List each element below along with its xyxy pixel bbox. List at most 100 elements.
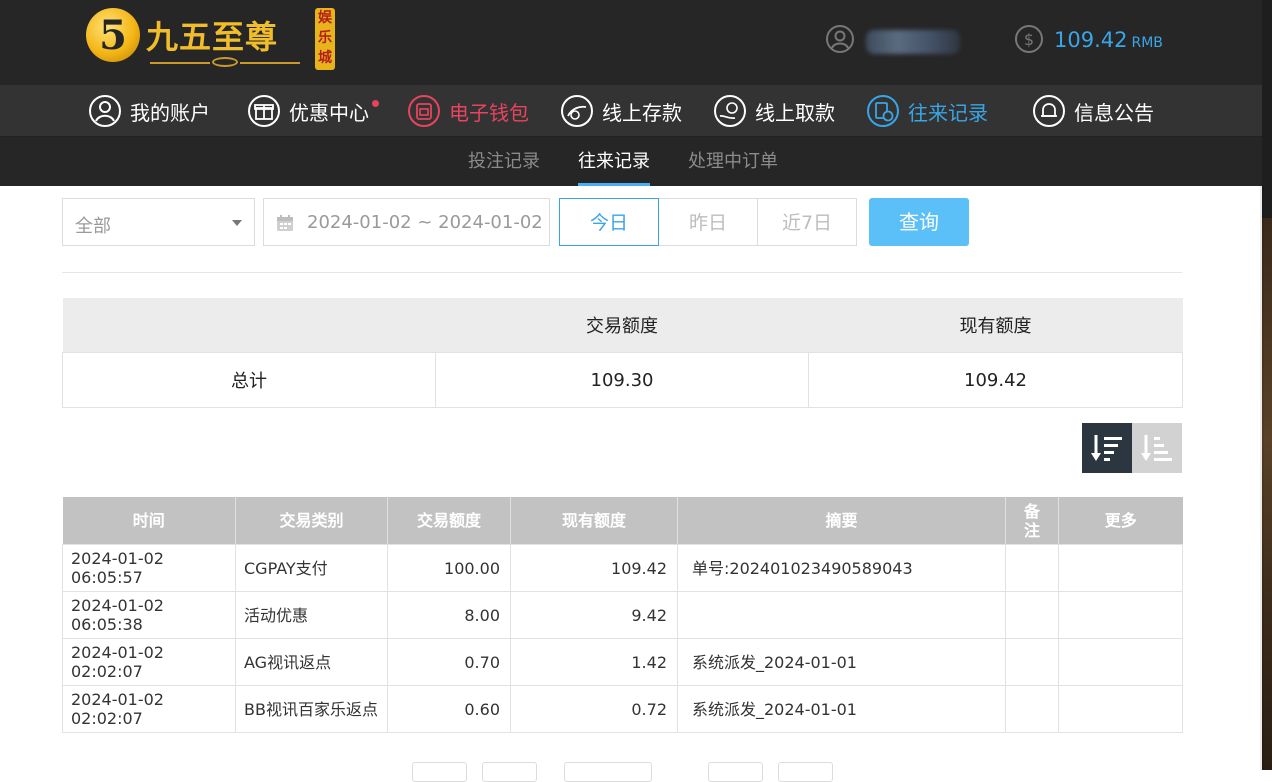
cell-more [1058,685,1183,733]
cell-type: AG视讯返点 [235,638,388,686]
calendar-icon [277,215,293,231]
today-button[interactable]: 今日 [559,198,659,246]
wallet-icon [408,95,440,127]
pagination-last-button[interactable] [778,762,833,782]
cell-time: 2024-01-02 06:05:57 [62,544,236,592]
sort-ascending-icon [1141,435,1172,461]
col-header-more: 更多 [1058,497,1183,545]
pagination-page-input[interactable] [564,762,652,782]
records-header-row: 时间 交易类别 交易额度 现有额度 摘要 备注 更多 [62,497,1183,545]
cell-balance: 0.72 [510,685,678,733]
logo-sub-text: 娱乐城 [315,8,335,70]
logo-ornament [150,57,300,68]
cell-summary: 系统派发_2024-01-01 [677,685,1006,733]
cell-amount: 0.60 [387,685,511,733]
logo-text: 九五至尊 [146,18,279,56]
table-row: 2024-01-02 06:05:57 CGPAY支付 100.00 109.4… [62,544,1183,592]
nav-announcements[interactable]: 信息公告 [1032,93,1154,129]
nav-label: 线上取款 [755,100,835,125]
summary-header-transaction: 交易额度 [435,298,809,353]
pagination-prev-button[interactable] [482,762,537,782]
logo-badge-char: 5 [99,12,127,59]
balance-amount: 109.42 [1054,28,1128,52]
cell-balance: 109.42 [510,544,678,592]
tab-transaction-records[interactable]: 往来记录 [578,137,650,186]
sort-descending-button[interactable] [1082,423,1132,473]
nav-transaction-records[interactable]: 往来记录 [866,93,988,129]
dollar-icon: $ [1015,25,1043,53]
type-select-value: 全部 [75,216,111,237]
col-header-time: 时间 [62,497,236,545]
cell-more [1058,638,1183,686]
summary-header-current: 现有额度 [808,298,1183,353]
summary-header-row: 交易额度 现有额度 [62,298,1183,353]
cell-summary: 单号:202401023490589043 [677,544,1006,592]
cell-amount: 100.00 [387,544,511,592]
nav-online-withdraw[interactable]: 线上取款 [713,93,835,129]
nav-online-deposit[interactable]: 线上存款 [560,93,682,129]
bell-icon [1033,95,1065,127]
sub-nav: 投注记录 往来记录 处理中订单 [0,137,1262,186]
cell-time: 2024-01-02 06:05:38 [62,591,236,639]
balance-unit: RMB [1131,35,1163,51]
sort-ascending-button[interactable] [1132,423,1182,473]
gift-icon [248,95,280,127]
table-row: 2024-01-02 02:02:07 AG视讯返点 0.70 1.42 系统派… [62,638,1183,686]
tab-pending-orders[interactable]: 处理中订单 [688,137,778,186]
nav-e-wallet[interactable]: 电子钱包 [407,93,529,129]
nav-label: 信息公告 [1074,100,1154,125]
nav-label: 电子钱包 [449,100,529,125]
summary-table: 交易额度 现有额度 总计 109.30 109.42 [62,298,1183,408]
balance-display: 109.42 RMB [1054,28,1163,52]
notification-dot [372,99,379,107]
logo-badge: 5 [86,8,140,62]
date-range-value: 2024-01-02 ~ 2024-01-02 [307,212,543,233]
summary-total-transaction: 109.30 [435,352,809,408]
query-button[interactable]: 查询 [869,198,969,246]
table-row: 2024-01-02 06:05:38 活动优惠 8.00 9.42 [62,591,1183,639]
cell-note [1005,591,1059,639]
user-circle-icon [89,95,121,127]
summary-total-current: 109.42 [808,352,1183,408]
cell-amount: 8.00 [387,591,511,639]
cell-balance: 1.42 [510,638,678,686]
pagination-first-button[interactable] [412,762,467,782]
col-header-summary: 摘要 [677,497,1006,545]
main-nav: 我的账户 优惠中心 电子钱包 线上存款 线上取款 往来记录 信息公告 [0,85,1262,137]
col-header-balance: 现有额度 [510,497,678,545]
cell-more [1058,544,1183,592]
edge-shadow [1260,186,1264,770]
chevron-down-icon [232,220,242,226]
type-select[interactable]: 全部 [62,198,255,246]
cell-time: 2024-01-02 02:02:07 [62,638,236,686]
date-range-picker[interactable]: 2024-01-02 ~ 2024-01-02 [263,198,550,246]
nav-promotions[interactable]: 优惠中心 [247,93,379,129]
top-header: 5 九五至尊 娱乐城 $ 109.42 RMB [0,0,1262,85]
records-icon [867,95,899,127]
cell-type: CGPAY支付 [235,544,388,592]
svg-text:$: $ [1024,30,1034,49]
cell-note [1005,638,1059,686]
nav-label: 优惠中心 [289,97,379,126]
deposit-icon [561,95,593,127]
last-7-days-button[interactable]: 近7日 [757,198,857,246]
site-logo[interactable]: 5 九五至尊 娱乐城 [86,6,338,72]
cell-type: BB视讯百家乐返点 [235,685,388,733]
nav-label: 往来记录 [908,100,988,125]
sort-descending-icon [1091,435,1122,461]
pagination-next-button[interactable] [708,762,763,782]
withdraw-icon [714,95,746,127]
username-blurred[interactable] [866,30,960,54]
summary-header-blank [62,298,436,353]
summary-total-row: 总计 109.30 109.42 [62,352,1183,408]
col-header-note: 备注 [1005,497,1059,545]
nav-label-text: 优惠中心 [289,100,369,125]
cell-time: 2024-01-02 02:02:07 [62,685,236,733]
records-table: 时间 交易类别 交易额度 现有额度 摘要 备注 更多 2024-01-02 06… [62,497,1183,733]
col-header-type: 交易类别 [235,497,388,545]
tab-bet-records[interactable]: 投注记录 [468,137,540,186]
yesterday-button[interactable]: 昨日 [658,198,758,246]
nav-my-account[interactable]: 我的账户 [88,93,210,129]
summary-total-label: 总计 [62,352,436,408]
user-icon [826,25,854,53]
